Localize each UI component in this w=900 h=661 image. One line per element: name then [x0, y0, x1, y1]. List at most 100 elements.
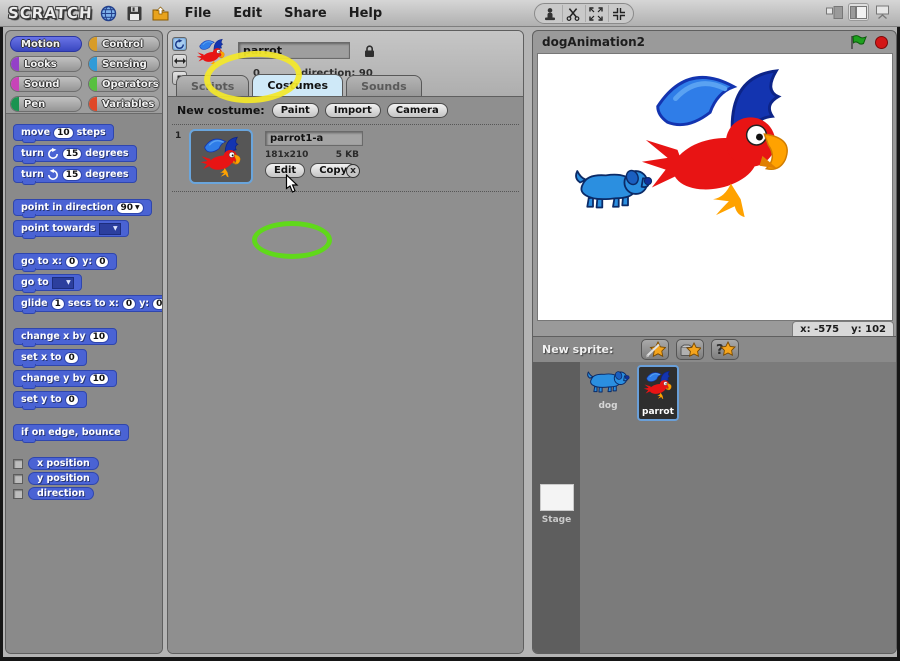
paint-new-sprite-icon[interactable] — [641, 339, 669, 360]
block-change-y-by[interactable]: change y by10 — [13, 370, 117, 387]
menu-help[interactable]: Help — [349, 6, 382, 21]
number-arg[interactable]: 10 — [89, 373, 110, 385]
category-sound[interactable]: Sound — [10, 76, 82, 92]
stamp-icon[interactable] — [539, 5, 560, 22]
category-accent — [89, 37, 97, 51]
block-if-on-edge-bounce[interactable]: if on edge, bounce — [13, 424, 129, 441]
block-turn-degrees[interactable]: turn15degrees — [13, 145, 137, 162]
dropdown-arg[interactable]: ▼ — [52, 277, 74, 289]
category-operators[interactable]: Operators — [88, 76, 160, 92]
reporter-row: direction — [13, 487, 153, 500]
rotate-ccw-icon — [47, 169, 59, 181]
number-arg[interactable]: 1 — [51, 298, 65, 310]
number-arg[interactable]: 0 — [65, 256, 79, 268]
number-menu-arg[interactable]: 90▼ — [116, 202, 143, 214]
sprite-tile-dog[interactable]: dog — [583, 365, 633, 413]
rotate-icon[interactable] — [172, 37, 187, 51]
category-label: Variables — [102, 99, 154, 110]
dog-thumbnail-icon — [586, 367, 630, 399]
left-right-icon[interactable] — [172, 54, 187, 68]
number-arg[interactable]: 10 — [89, 331, 110, 343]
block-x-position[interactable]: x position — [28, 457, 99, 470]
costume-list-item[interactable]: 1 181x210 5 KB Edit Copy x — [168, 127, 523, 193]
stop-sign-icon[interactable] — [875, 36, 888, 49]
import-costume-button[interactable]: Import — [325, 103, 381, 118]
block-move-steps[interactable]: move10steps — [13, 124, 114, 141]
number-arg[interactable]: 0 — [152, 298, 163, 310]
checkbox-direction[interactable] — [13, 489, 23, 499]
block-point-in-direction[interactable]: point in direction90▼ — [13, 199, 152, 216]
new-costume-label: New costume: — [177, 104, 265, 117]
category-label: Pen — [24, 99, 45, 110]
chevron-down-icon: ▼ — [66, 279, 71, 286]
number-arg[interactable]: 0 — [64, 352, 78, 364]
surprise-sprite-icon[interactable]: ? — [711, 339, 739, 360]
language-globe-icon[interactable] — [99, 3, 119, 23]
save-icon[interactable] — [125, 3, 145, 23]
number-arg[interactable]: 10 — [53, 127, 74, 139]
costume-name-input[interactable] — [265, 131, 363, 146]
stage-title-bar: dogAnimation2 — [533, 31, 896, 53]
block-go-to[interactable]: go to▼ — [13, 274, 82, 291]
menu-file[interactable]: File — [185, 6, 212, 21]
category-looks[interactable]: Looks — [10, 56, 82, 72]
sprite-name-input[interactable] — [238, 42, 350, 59]
checkbox-x-position[interactable] — [13, 459, 23, 469]
block-set-y-to[interactable]: set y to0 — [13, 391, 87, 408]
number-arg[interactable]: 15 — [62, 148, 83, 160]
block-change-x-by[interactable]: change x by10 — [13, 328, 117, 345]
block-glide-secs-to-x-y[interactable]: glide1secs to x:0y:0 — [13, 295, 163, 312]
number-arg[interactable]: 0 — [122, 298, 136, 310]
sprite-tiles: dogparrot — [583, 365, 679, 421]
checkbox-y-position[interactable] — [13, 474, 23, 484]
block-point-towards[interactable]: point towards▼ — [13, 220, 129, 237]
block-set-x-to[interactable]: set x to0 — [13, 349, 87, 366]
scissors-icon[interactable] — [562, 5, 583, 22]
costume-file-size: 5 KB — [336, 150, 359, 160]
edit-costume-button[interactable]: Edit — [265, 163, 305, 178]
category-sensing[interactable]: Sensing — [88, 56, 160, 72]
menu-share[interactable]: Share — [284, 6, 327, 21]
category-pen[interactable]: Pen — [10, 96, 82, 112]
tab-costumes[interactable]: Costumes — [252, 74, 343, 96]
category-label: Sound — [24, 79, 59, 90]
block-turn-degrees[interactable]: turn15degrees — [13, 166, 137, 183]
small-stage-icon[interactable] — [825, 4, 844, 20]
category-control[interactable]: Control — [88, 36, 160, 52]
delete-costume-icon[interactable]: x — [346, 164, 360, 178]
number-arg[interactable]: 0 — [65, 394, 79, 406]
green-flag-icon[interactable] — [850, 35, 867, 50]
block-y-position[interactable]: y position — [28, 472, 99, 485]
number-arg[interactable]: 0 — [95, 256, 109, 268]
category-motion[interactable]: Motion — [10, 36, 82, 52]
block-text: secs to x: — [68, 298, 119, 309]
block-direction[interactable]: direction — [28, 487, 94, 500]
dropdown-arg[interactable]: ▼ — [99, 223, 121, 235]
stage-canvas[interactable] — [537, 53, 893, 321]
parrot-sprite-on-stage[interactable] — [638, 59, 796, 231]
category-label: Looks — [24, 59, 57, 70]
camera-costume-button[interactable]: Camera — [387, 103, 448, 118]
sprite-tile-parrot[interactable]: parrot — [637, 365, 679, 421]
block-go-to-x-y[interactable]: go to x:0y:0 — [13, 253, 117, 270]
category-accent — [89, 77, 97, 91]
mouse-x-readout: x: -575 — [800, 324, 839, 335]
menu-bar: SCRATCH FileEditShareHelp — [0, 0, 900, 27]
category-accent — [11, 77, 19, 91]
menu-edit[interactable]: Edit — [233, 6, 262, 21]
number-arg[interactable]: 15 — [62, 169, 83, 181]
tab-sounds[interactable]: Sounds — [346, 75, 422, 96]
paint-costume-button[interactable]: Paint — [272, 103, 319, 118]
stage-thumbnail[interactable] — [540, 484, 574, 511]
grow-sprite-icon[interactable] — [585, 5, 606, 22]
choose-new-sprite-icon[interactable] — [676, 339, 704, 360]
costume-dimensions: 181x210 — [265, 150, 308, 160]
share-project-icon[interactable] — [151, 3, 171, 23]
large-stage-icon[interactable] — [849, 4, 868, 20]
presentation-mode-icon[interactable] — [873, 4, 892, 20]
view-mode-buttons — [825, 4, 892, 20]
costume-thumbnail[interactable] — [189, 129, 253, 184]
category-variables[interactable]: Variables — [88, 96, 160, 112]
shrink-sprite-icon[interactable] — [608, 5, 629, 22]
tab-scripts[interactable]: Scripts — [176, 75, 249, 96]
